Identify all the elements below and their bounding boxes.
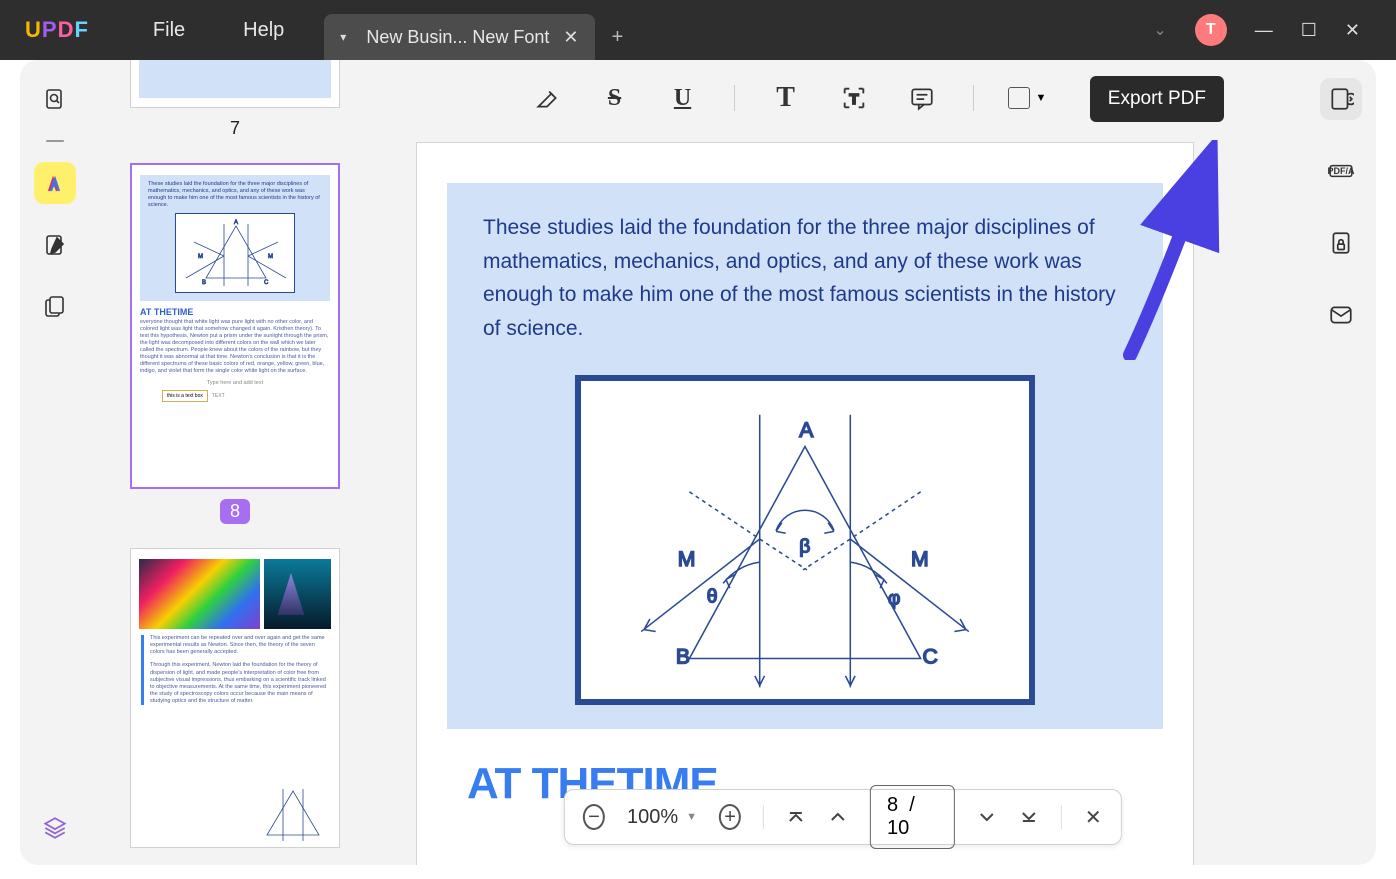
first-page-button[interactable] [786,805,806,829]
svg-text:A: A [234,220,238,226]
svg-text:φ: φ [888,589,901,610]
layers-button[interactable] [34,807,76,849]
sticky-note-tool[interactable] [905,81,939,115]
zoom-out-button[interactable]: − [583,804,605,830]
svg-text:C: C [264,280,269,286]
svg-text:C: C [923,646,938,669]
document-page: These studies laid the foundation for th… [416,142,1194,865]
annotation-toolbar: S U T T ▼ [380,70,1196,126]
svg-text:M: M [198,254,203,260]
share-button[interactable] [1320,294,1362,336]
underline-tool[interactable]: U [666,81,700,115]
edit-mode-button[interactable] [34,224,76,266]
close-window-button[interactable]: ✕ [1345,20,1360,41]
right-tool-rail: PDF/A [1306,60,1376,865]
next-page-button[interactable] [977,805,997,829]
body-paragraph: These studies laid the foundation for th… [483,211,1127,345]
thumbnail-page-7[interactable]: 7 [130,60,340,163]
shape-color-icon [1008,87,1030,109]
document-tab[interactable]: ▾ New Busin... New Font ✕ [324,14,594,60]
chevron-down-icon: ▼ [686,811,697,823]
thumbnail-page-9[interactable]: This experiment can be repeated over and… [130,548,340,848]
main-area: S U T T ▼ Export PDF These stud [380,60,1306,865]
strikethrough-tool[interactable]: S [598,81,632,115]
tab-close-icon[interactable]: ✕ [563,27,578,48]
minimize-button[interactable]: — [1255,20,1273,41]
zoom-in-button[interactable]: + [719,804,741,830]
tab-strip: ▾ New Busin... New Font ✕ + [324,0,640,60]
maximize-button[interactable]: ☐ [1301,20,1317,41]
text-tool[interactable]: T [769,81,803,115]
protect-button[interactable] [1320,222,1362,264]
export-pdf-button[interactable] [1320,78,1362,120]
toolbar-separator [734,85,735,111]
shape-tool[interactable]: ▼ [1008,87,1047,109]
svg-text:β: β [799,537,810,558]
thumbnail-number-8: 8 [220,499,250,524]
menu-help[interactable]: Help [243,19,284,42]
thumbnail-page-8[interactable]: These studies laid the foundation for th… [130,163,340,548]
title-bar: UPDF File Help ▾ New Busin... New Font ✕… [0,0,1396,60]
menu-file[interactable]: File [153,19,185,42]
prev-page-button[interactable] [828,805,848,829]
app-logo: UPDF [25,17,88,43]
workspace: 7 These studies laid the foundation for … [20,60,1376,865]
highlighter-tool[interactable] [530,81,564,115]
toolbar-separator [973,85,974,111]
svg-text:B: B [676,646,690,669]
thumbnail-number-7: 7 [230,118,240,139]
svg-text:M: M [678,548,696,571]
svg-text:A: A [799,419,814,442]
tab-title: New Busin... New Font [366,27,549,48]
user-avatar[interactable]: T [1195,14,1227,46]
zoom-level-dropdown[interactable]: 100% ▼ [627,806,697,829]
prism-diagram: A B C M M β θ φ [575,375,1035,705]
menu-bar: File Help [153,19,284,42]
svg-text:θ: θ [707,587,718,608]
comment-mode-button[interactable] [34,162,76,204]
highlighted-section: These studies laid the foundation for th… [447,183,1163,729]
dropdown-caret-icon[interactable]: ⌄ [1153,20,1166,40]
textbox-tool[interactable]: T [837,81,871,115]
zoom-page-bar: − 100% ▼ + 8 / 10 ✕ [564,789,1122,845]
pdfa-button[interactable]: PDF/A [1320,150,1362,192]
svg-text:M: M [911,548,929,571]
document-viewport[interactable]: These studies laid the foundation for th… [380,138,1230,865]
last-page-button[interactable] [1019,805,1039,829]
svg-text:B: B [202,280,206,286]
svg-text:T: T [849,91,859,108]
window-controls: ⌄ T — ☐ ✕ [1153,14,1396,46]
thumbnail-panel[interactable]: 7 These studies laid the foundation for … [90,60,380,865]
page-number-input[interactable]: 8 / 10 [870,785,954,849]
svg-text:M: M [268,254,273,260]
rail-divider [46,140,64,142]
organize-mode-button[interactable] [34,286,76,328]
new-tab-button[interactable]: + [595,14,641,60]
tab-menu-caret-icon[interactable]: ▾ [340,30,346,44]
close-bar-button[interactable]: ✕ [1083,805,1103,829]
export-pdf-tooltip: Export PDF [1090,76,1224,122]
reader-mode-button[interactable] [34,78,76,120]
chevron-down-icon: ▼ [1036,92,1047,104]
left-tool-rail [20,60,90,865]
